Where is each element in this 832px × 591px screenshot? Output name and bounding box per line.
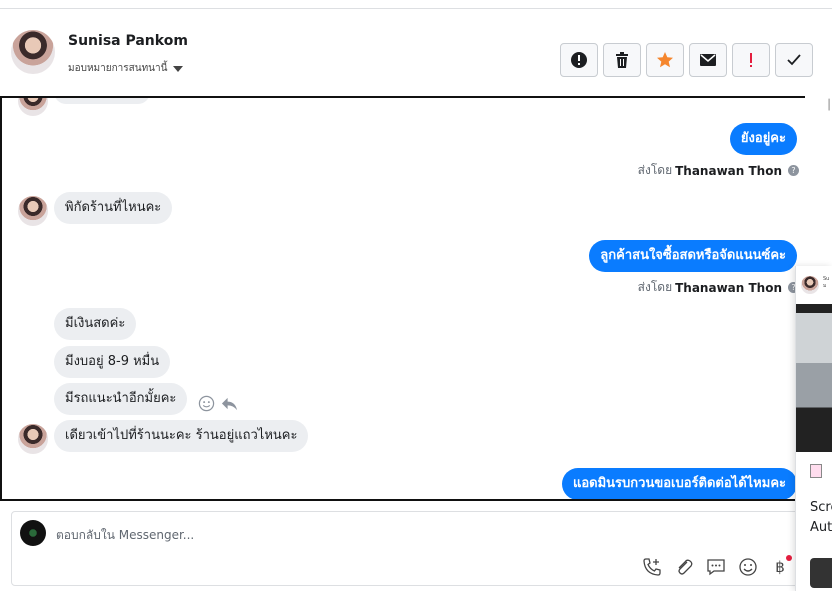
envelope-icon (700, 54, 716, 66)
composer-toolbar: ฿ (642, 555, 792, 577)
mark-unread-button[interactable] (689, 43, 727, 77)
sent-by-prefix: ส่งโดย (637, 280, 673, 294)
incoming-message[interactable]: พิกัดร้านที่ไหนคะ (54, 192, 173, 224)
star-button[interactable] (646, 43, 684, 77)
conversation-header: Sunisa Pankom มอบหมายการสนทนานี้ (0, 8, 832, 96)
screenshot-notification-popup[interactable]: Suม Scre Aut (795, 266, 832, 591)
screenshot-thumbnail[interactable] (796, 304, 832, 452)
conversation-actions (560, 43, 813, 77)
message-hover-tools (198, 395, 238, 412)
reply-arrow-icon[interactable] (221, 395, 238, 412)
popup-subtitle: Aut (810, 520, 832, 535)
contact-avatar[interactable] (11, 30, 55, 74)
emoji-icon[interactable] (738, 557, 758, 577)
incoming-message[interactable]: มีเงินสดค่ะ (54, 308, 137, 340)
saved-reply-icon[interactable] (706, 557, 726, 577)
alert-circle-icon (571, 52, 587, 68)
question-icon[interactable]: ? (788, 165, 799, 176)
paperclip-icon[interactable] (674, 557, 694, 577)
mark-done-button[interactable] (775, 43, 813, 77)
message-thread[interactable]: ยังอยู่คะ ส่งโดย Thanawan Thon ? พิกัดร้… (0, 96, 805, 501)
popup-avatar (801, 276, 819, 294)
react-smiley-icon[interactable] (198, 395, 215, 412)
reply-composer[interactable]: ตอบกลับใน Messenger... ฿ (11, 511, 801, 586)
caret-down-icon (173, 65, 184, 72)
delete-button[interactable] (603, 43, 641, 77)
outgoing-message[interactable]: แอดมินรบกวนขอเบอร์ติดต่อได้ไหมคะ (561, 468, 797, 499)
star-icon (657, 52, 673, 68)
right-panel-edge (805, 96, 832, 266)
payment-button[interactable]: ฿ (770, 555, 792, 576)
popup-action-button[interactable] (810, 558, 832, 588)
follow-up-button[interactable] (732, 43, 770, 77)
call-add-icon[interactable] (642, 557, 662, 577)
sent-by-label: ส่งโดย Thanawan Thon ? (638, 278, 799, 297)
baht-icon: ฿ (775, 558, 785, 576)
incoming-message[interactable]: มีรถแนะนำอีกมั้ยคะ (54, 383, 188, 415)
page-avatar (20, 520, 46, 546)
incoming-message[interactable]: มีงบอยู่ 8-9 หมื่น (54, 346, 171, 378)
contact-avatar-small (18, 196, 48, 226)
incoming-message[interactable]: เดียวเข้าไปที่ร้านนะคะ ร้านอยู่แถวไหนคะ (54, 420, 309, 452)
exclamation-icon (750, 53, 752, 67)
sender-name[interactable]: Thanawan Thon (675, 164, 782, 178)
contact-avatar-small (18, 98, 48, 116)
popup-header-text: Su ม (823, 276, 830, 289)
scroll-indicator[interactable]: │ (826, 100, 832, 114)
inbox-page: Sunisa Pankom มอบหมายการสนทนานี้ ยังอยู่… (0, 0, 832, 591)
previous-message-bubble[interactable] (54, 98, 150, 104)
assign-label: มอบหมายการสนทนานี้ (68, 63, 168, 74)
checkmark-icon (787, 54, 801, 66)
contact-name[interactable]: Sunisa Pankom (68, 33, 188, 49)
sender-name[interactable]: Thanawan Thon (675, 281, 782, 295)
contact-avatar-small (18, 424, 48, 454)
sent-by-prefix: ส่งโดย (637, 163, 673, 177)
popup-title: Scre (810, 500, 832, 515)
outgoing-message[interactable]: ยังอยู่คะ (729, 123, 797, 155)
notification-dot (786, 555, 792, 561)
mark-spam-button[interactable] (560, 43, 598, 77)
outgoing-message[interactable]: ลูกค้าสนใจซื้อสดหรือจัดแนนซ์คะ (589, 240, 797, 272)
sent-by-label: ส่งโดย Thanawan Thon ? (638, 161, 799, 180)
reply-input[interactable]: ตอบกลับใน Messenger... (56, 526, 194, 545)
assign-conversation-dropdown[interactable]: มอบหมายการสนทนานี้ (68, 61, 184, 76)
app-icon (810, 464, 822, 478)
trash-icon (616, 52, 628, 68)
